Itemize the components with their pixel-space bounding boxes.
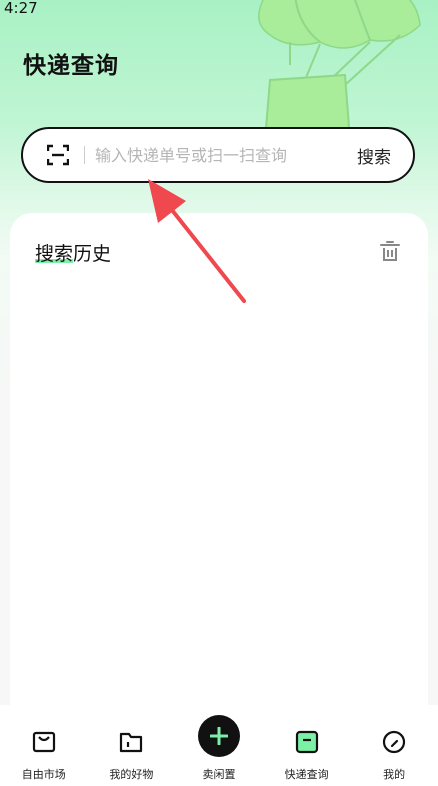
tab-mine[interactable]: 我的 bbox=[350, 705, 438, 786]
tab-label: 我的 bbox=[383, 768, 406, 781]
tab-my-goods[interactable]: 我的好物 bbox=[88, 705, 176, 786]
tab-express-query[interactable]: 快递查询 bbox=[263, 705, 351, 786]
history-title-highlight: 搜索 bbox=[35, 243, 74, 265]
parcel-icon bbox=[295, 730, 318, 754]
tab-label: 自由市场 bbox=[21, 768, 66, 781]
scan-icon[interactable] bbox=[47, 144, 69, 166]
plus-icon bbox=[209, 727, 228, 745]
market-bag-icon bbox=[32, 731, 55, 753]
folder-icon bbox=[120, 732, 143, 753]
history-title-rest: 历史 bbox=[73, 243, 112, 265]
search-divider bbox=[84, 146, 85, 164]
trash-icon[interactable] bbox=[380, 240, 400, 262]
search-button[interactable]: 搜索 bbox=[357, 143, 391, 168]
profile-circle-icon bbox=[383, 730, 406, 754]
tab-free-market[interactable]: 自由市场 bbox=[0, 705, 88, 786]
tab-label: 快递查询 bbox=[284, 768, 329, 781]
tab-sell-idle[interactable]: 卖闲置 bbox=[175, 705, 263, 786]
parachute-illustration bbox=[258, 0, 421, 135]
search-input[interactable] bbox=[95, 141, 345, 169]
status-time: 4:27 bbox=[4, 0, 38, 17]
bottom-tab-bar: 自由市场 我的好物 卖闲置 快递查询 我的 bbox=[0, 705, 438, 786]
search-box: 搜索 bbox=[21, 127, 415, 183]
page-title: 快递查询 bbox=[23, 53, 119, 79]
tab-label: 我的好物 bbox=[109, 768, 154, 781]
search-history-title: 搜索历史 bbox=[35, 239, 111, 266]
tab-label: 卖闲置 bbox=[202, 768, 236, 781]
search-history-card: 搜索历史 bbox=[10, 213, 428, 723]
sell-button[interactable] bbox=[197, 715, 240, 757]
